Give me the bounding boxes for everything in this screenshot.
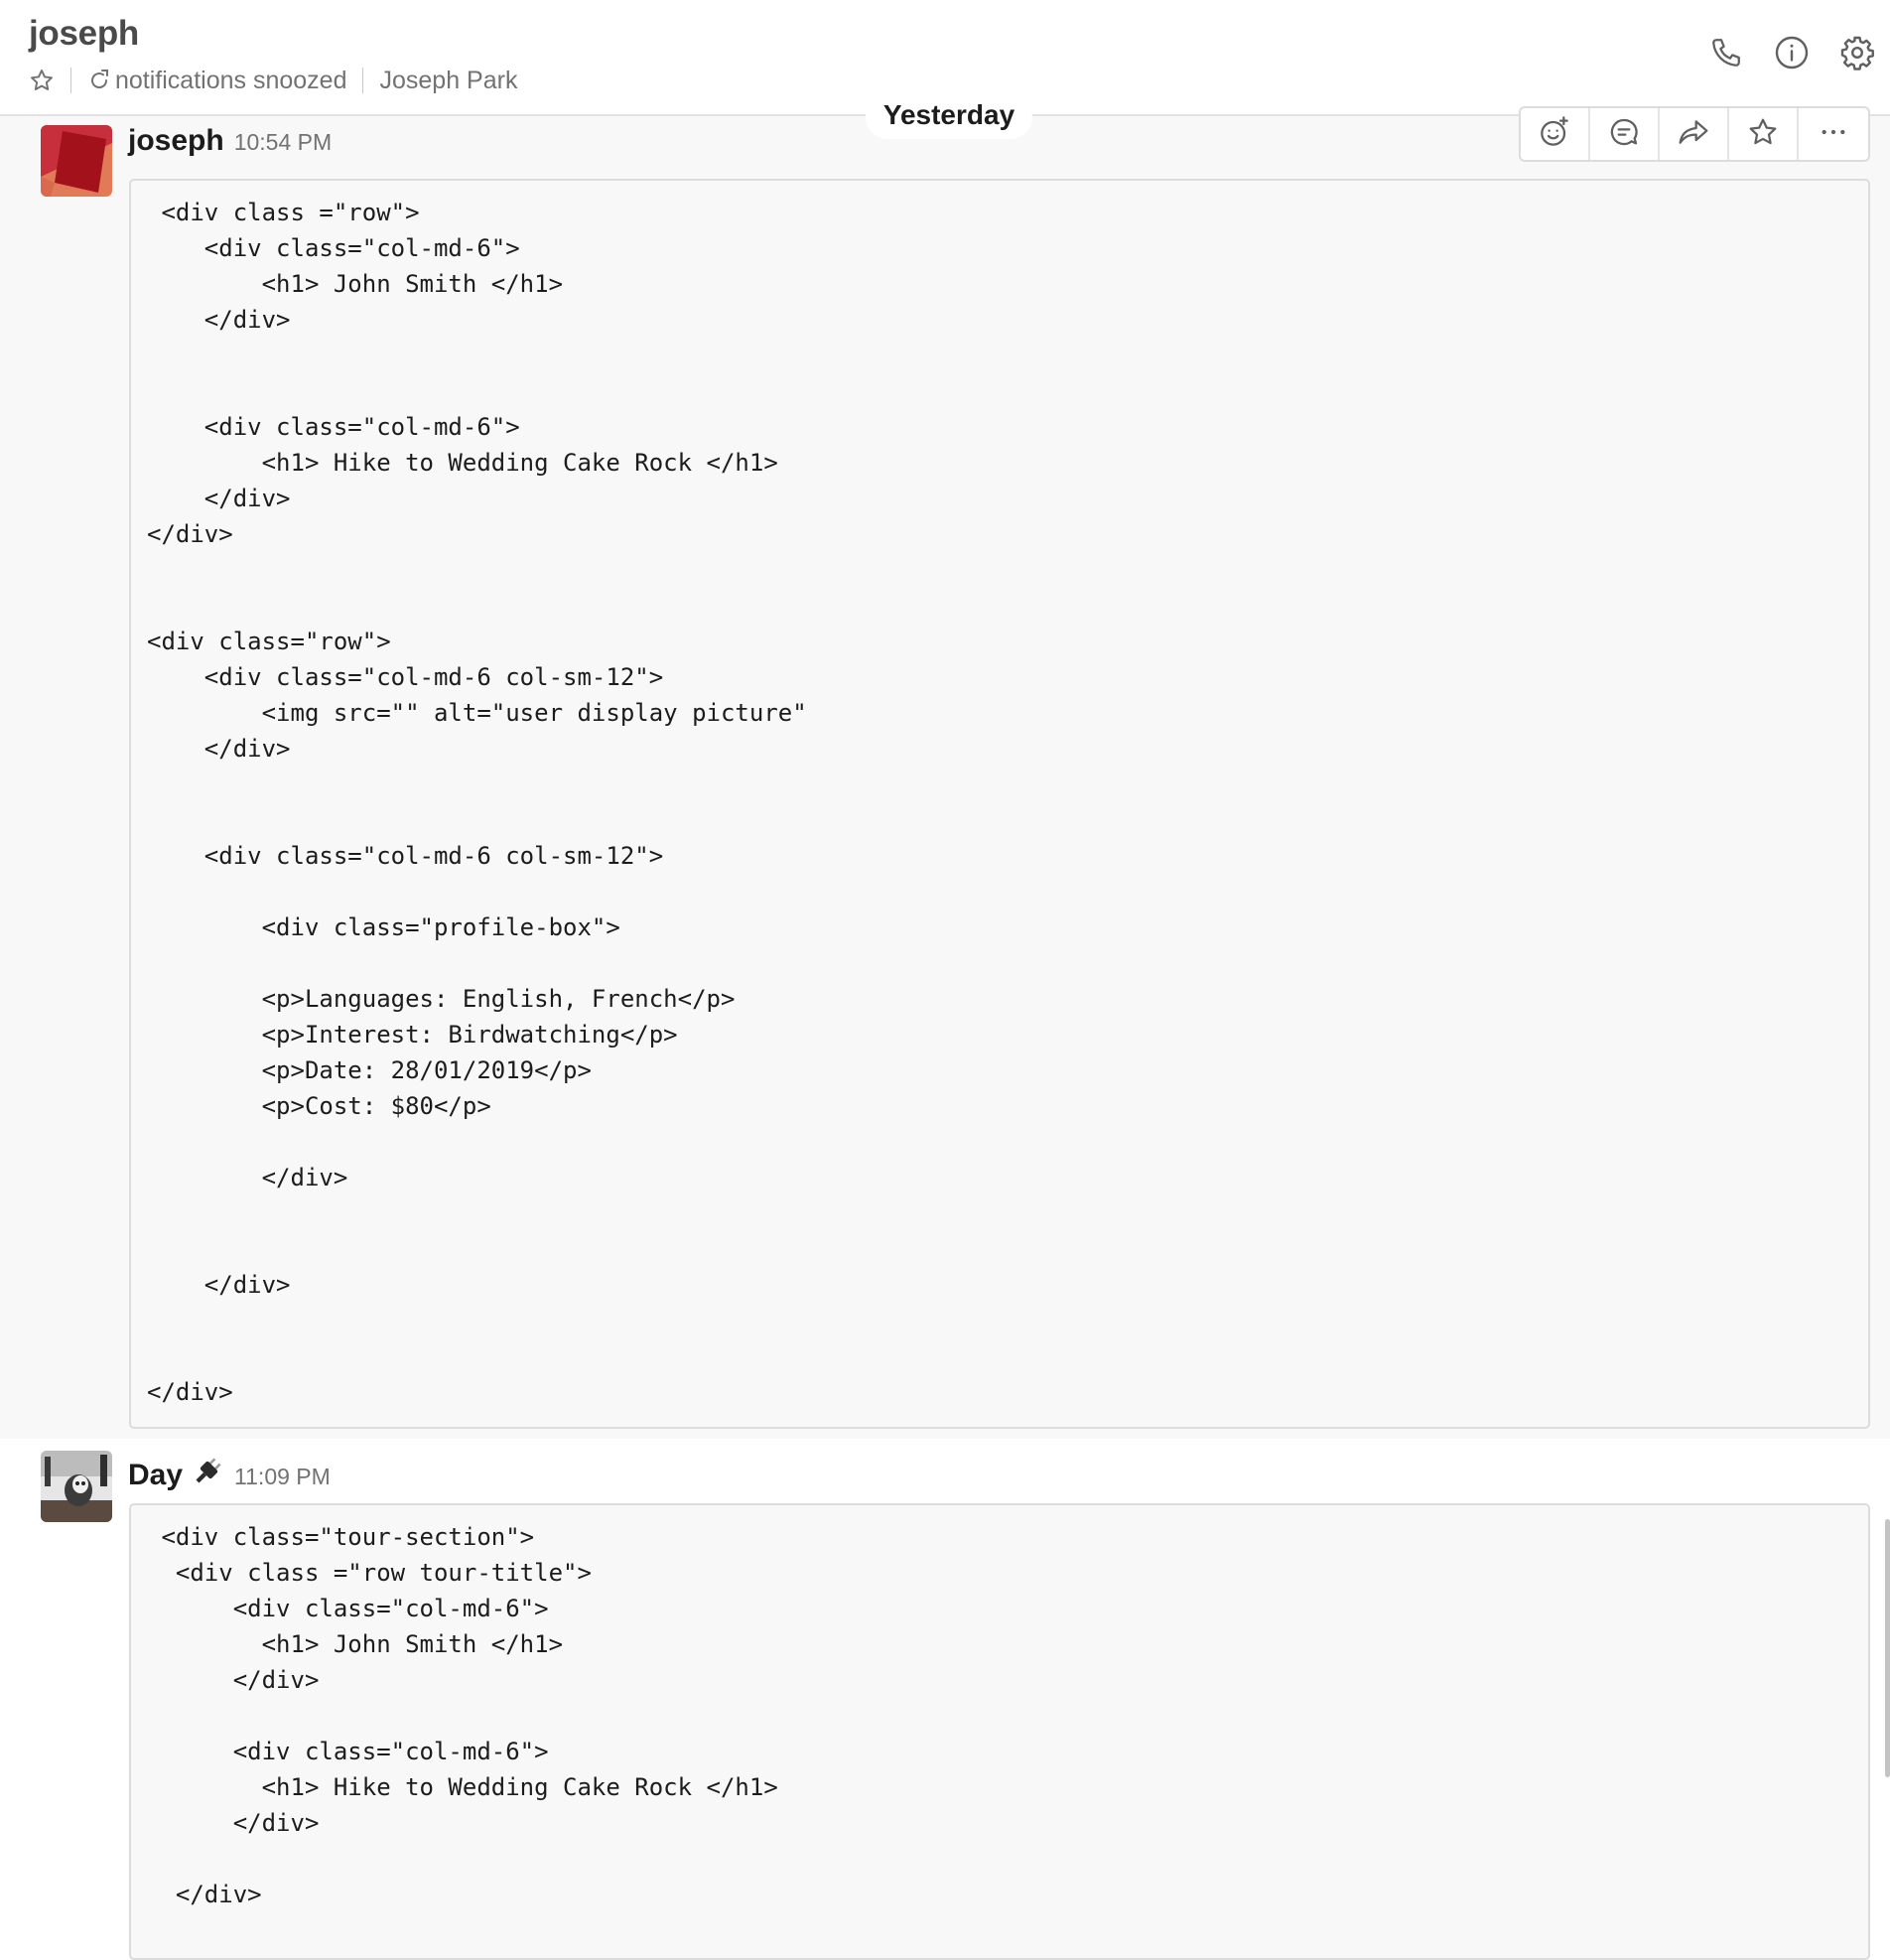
add-reaction-icon	[1539, 115, 1570, 153]
snooze-icon	[87, 69, 111, 92]
scrollbar[interactable]	[1885, 1519, 1890, 1777]
notifications-status[interactable]: notifications snoozed	[115, 67, 346, 95]
share-message-button[interactable]	[1660, 108, 1729, 160]
settings-button[interactable]	[1824, 30, 1890, 79]
call-button[interactable]	[1693, 30, 1759, 79]
message-header: joseph 10:54 PM	[128, 124, 332, 158]
message[interactable]: joseph 10:54 PM <div class ="row"> <div …	[0, 106, 1890, 1439]
channel-meta: notifications snoozed Joseph Park	[29, 64, 517, 97]
code-snippet[interactable]: <div class ="row"> <div class="col-md-6"…	[129, 179, 1870, 1429]
member-name[interactable]: Joseph Park	[379, 67, 517, 95]
message-header: Day 11:09 PM	[128, 1451, 331, 1492]
plug-icon[interactable]	[191, 1455, 224, 1493]
timestamp[interactable]: 10:54 PM	[234, 129, 332, 156]
divider	[362, 68, 364, 93]
star-channel-icon[interactable]	[29, 68, 55, 93]
code-snippet[interactable]: <div class="tour-section"> <div class ="…	[129, 1503, 1870, 1960]
sender-name[interactable]: joseph	[128, 124, 224, 158]
more-actions-icon	[1818, 116, 1849, 153]
header-actions	[1693, 30, 1890, 79]
message[interactable]: Day 11:09 PM <div class="tour-section"> …	[0, 1439, 1890, 1960]
channel-title[interactable]: joseph	[29, 14, 139, 54]
star-icon	[1747, 116, 1779, 153]
more-actions-button[interactable]	[1799, 108, 1868, 160]
start-thread-button[interactable]	[1590, 108, 1660, 160]
gear-icon	[1839, 35, 1875, 75]
avatar[interactable]	[41, 1451, 112, 1522]
timestamp[interactable]: 11:09 PM	[234, 1464, 331, 1490]
star-message-button[interactable]	[1729, 108, 1799, 160]
divider	[70, 68, 71, 93]
message-actions-toolbar	[1519, 106, 1870, 162]
avatar[interactable]	[41, 125, 112, 197]
start-thread-icon	[1608, 116, 1640, 153]
share-message-icon	[1677, 116, 1710, 153]
sender-name[interactable]: Day	[128, 1459, 183, 1492]
phone-icon	[1709, 36, 1743, 74]
date-divider[interactable]: Yesterday	[866, 95, 1032, 139]
add-reaction-button[interactable]	[1521, 108, 1590, 160]
info-icon	[1774, 35, 1810, 75]
channel-info-button[interactable]	[1759, 30, 1824, 79]
